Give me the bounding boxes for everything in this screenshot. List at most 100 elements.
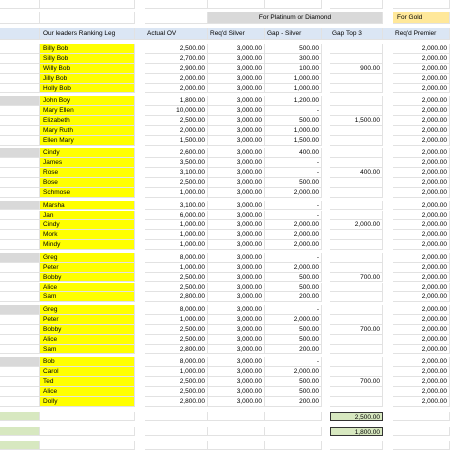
row-label-cell[interactable] xyxy=(0,158,40,169)
gap-top3-cell[interactable] xyxy=(330,148,383,159)
gap-silver-cell[interactable]: 500.00 xyxy=(265,178,322,188)
leader-name-cell[interactable]: Greg xyxy=(40,305,135,315)
gap-silver-cell[interactable]: 1,500.00 xyxy=(265,135,322,146)
row-label-cell[interactable] xyxy=(0,63,40,74)
row-label-cell[interactable] xyxy=(0,305,40,315)
total-gap-top3-2[interactable]: 1,800.00 xyxy=(330,427,383,436)
reqd-silver-cell[interactable]: 3,000.00 xyxy=(208,83,265,94)
gap-silver-cell[interactable]: - xyxy=(265,252,322,263)
actual-ov-cell[interactable]: 2,500.00 xyxy=(145,116,208,126)
col-header-reqd-premier[interactable]: Req'd Premier xyxy=(393,28,450,40)
actual-ov-cell[interactable]: 1,000.00 xyxy=(145,220,208,231)
reqd-silver-cell[interactable]: 3,000.00 xyxy=(208,314,265,325)
actual-ov-cell[interactable]: 2,500.00 xyxy=(145,324,208,335)
reqd-premier-cell[interactable]: 2,000.00 xyxy=(393,148,450,159)
leader-name-cell[interactable]: Bose xyxy=(40,178,135,188)
gap-silver-cell[interactable]: 2,000.00 xyxy=(265,367,322,377)
reqd-silver-cell[interactable]: 3,000.00 xyxy=(208,344,265,355)
gap-top3-cell[interactable] xyxy=(330,396,383,407)
gap-silver-cell[interactable]: 2,000.00 xyxy=(265,230,322,241)
leader-name-cell[interactable]: Greg xyxy=(40,252,135,263)
reqd-premier-cell[interactable]: 2,000.00 xyxy=(393,188,450,198)
row-label-cell[interactable] xyxy=(0,220,40,231)
reqd-silver-cell[interactable]: 3,000.00 xyxy=(208,367,265,377)
leader-name-cell[interactable]: Billy Bob xyxy=(40,44,135,54)
leader-name-cell[interactable]: Alice xyxy=(40,334,135,345)
cell[interactable] xyxy=(265,412,322,421)
gap-silver-cell[interactable]: 200.00 xyxy=(265,396,322,407)
actual-ov-cell[interactable]: 2,600.00 xyxy=(145,148,208,159)
reqd-silver-cell[interactable]: 3,000.00 xyxy=(208,200,265,211)
reqd-premier-cell[interactable]: 2,000.00 xyxy=(393,220,450,231)
leader-name-cell[interactable]: Mork xyxy=(40,230,135,241)
gap-silver-cell[interactable]: 500.00 xyxy=(265,116,322,126)
reqd-silver-cell[interactable]: 3,000.00 xyxy=(208,292,265,303)
reqd-premier-cell[interactable]: 2,000.00 xyxy=(393,210,450,221)
gap-top3-cell[interactable] xyxy=(330,252,383,263)
leader-name-cell[interactable]: Carol xyxy=(40,367,135,377)
reqd-premier-cell[interactable]: 2,000.00 xyxy=(393,116,450,126)
cell[interactable] xyxy=(208,412,265,421)
cell[interactable] xyxy=(0,441,40,450)
col-header-leg[interactable]: Our leaders Ranking Leg xyxy=(40,28,135,40)
reqd-silver-cell[interactable]: 3,000.00 xyxy=(208,334,265,345)
reqd-silver-cell[interactable]: 3,000.00 xyxy=(208,96,265,107)
gap-silver-cell[interactable]: - xyxy=(265,305,322,315)
reqd-premier-cell[interactable]: 2,000.00 xyxy=(393,168,450,179)
row-label-cell[interactable] xyxy=(0,188,40,198)
gap-top3-cell[interactable] xyxy=(330,73,383,84)
col-header-actual-ov[interactable]: Actual OV xyxy=(145,28,208,40)
cell[interactable] xyxy=(265,0,322,9)
cell[interactable] xyxy=(145,427,208,436)
gap-silver-cell[interactable]: 200.00 xyxy=(265,344,322,355)
gap-top3-cell[interactable] xyxy=(330,210,383,221)
leader-name-cell[interactable]: Mindy xyxy=(40,240,135,251)
actual-ov-cell[interactable]: 3,100.00 xyxy=(145,168,208,179)
gap-top3-cell[interactable] xyxy=(330,230,383,241)
gap-silver-cell[interactable]: 1,000.00 xyxy=(265,125,322,136)
row-label-cell[interactable] xyxy=(0,292,40,303)
row-label-cell[interactable] xyxy=(0,272,40,283)
cell[interactable] xyxy=(0,427,40,436)
leader-name-cell[interactable]: Bobby xyxy=(40,272,135,283)
cell[interactable] xyxy=(0,12,40,24)
cell[interactable] xyxy=(40,0,135,9)
gap-top3-cell[interactable] xyxy=(330,96,383,107)
reqd-silver-cell[interactable]: 3,000.00 xyxy=(208,396,265,407)
actual-ov-cell[interactable]: 2,800.00 xyxy=(145,344,208,355)
leader-name-cell[interactable]: John Boy xyxy=(40,96,135,107)
actual-ov-cell[interactable]: 1,800.00 xyxy=(145,96,208,107)
row-label-cell[interactable] xyxy=(0,240,40,251)
actual-ov-cell[interactable]: 2,500.00 xyxy=(145,44,208,54)
gap-top3-cell[interactable] xyxy=(330,83,383,94)
actual-ov-cell[interactable]: 2,900.00 xyxy=(145,63,208,74)
gap-top3-cell[interactable] xyxy=(330,292,383,303)
actual-ov-cell[interactable]: 1,000.00 xyxy=(145,314,208,325)
leader-name-cell[interactable]: Bob xyxy=(40,357,135,368)
actual-ov-cell[interactable]: 3,500.00 xyxy=(145,158,208,169)
gap-silver-cell[interactable]: 2,000.00 xyxy=(265,262,322,273)
reqd-premier-cell[interactable]: 2,000.00 xyxy=(393,53,450,64)
gap-silver-cell[interactable]: 500.00 xyxy=(265,324,322,335)
cell[interactable] xyxy=(40,427,135,436)
reqd-silver-cell[interactable]: 3,000.00 xyxy=(208,272,265,283)
actual-ov-cell[interactable]: 2,000.00 xyxy=(145,73,208,84)
gap-top3-cell[interactable] xyxy=(330,305,383,315)
cell[interactable] xyxy=(0,412,40,421)
reqd-silver-cell[interactable]: 3,000.00 xyxy=(208,357,265,368)
actual-ov-cell[interactable]: 2,800.00 xyxy=(145,396,208,407)
gap-silver-cell[interactable]: 300.00 xyxy=(265,53,322,64)
reqd-premier-cell[interactable]: 2,000.00 xyxy=(393,324,450,335)
reqd-premier-cell[interactable]: 2,000.00 xyxy=(393,230,450,241)
platinum-diamond-header[interactable]: For Platinum or Diamond xyxy=(208,12,383,24)
row-label-cell[interactable] xyxy=(0,53,40,64)
cell[interactable] xyxy=(265,427,322,436)
reqd-premier-cell[interactable]: 2,000.00 xyxy=(393,252,450,263)
cell[interactable] xyxy=(330,0,383,9)
row-label-cell[interactable] xyxy=(0,334,40,345)
gap-top3-cell[interactable] xyxy=(330,188,383,198)
reqd-premier-cell[interactable]: 2,000.00 xyxy=(393,357,450,368)
leader-name-cell[interactable]: Holly Bob xyxy=(40,83,135,94)
row-label-cell[interactable] xyxy=(0,125,40,136)
gold-header[interactable]: For Gold xyxy=(393,12,450,24)
